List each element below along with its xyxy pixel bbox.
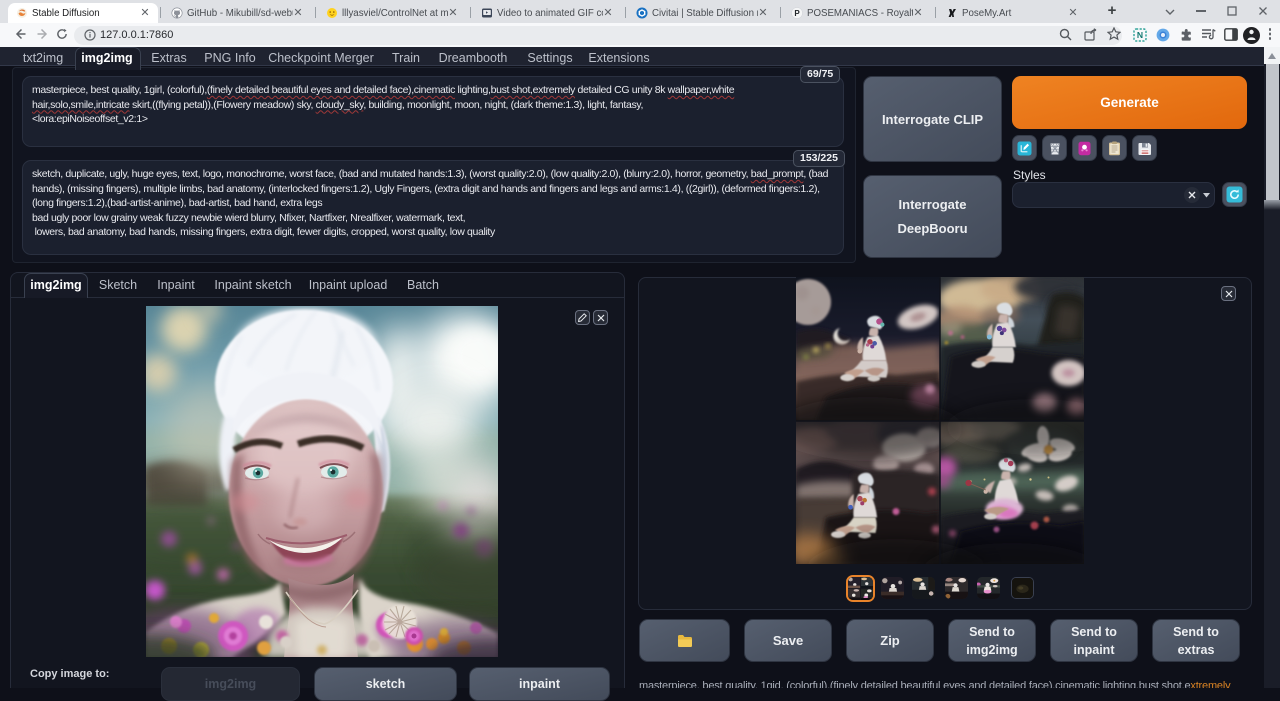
svg-text:P: P	[794, 9, 800, 18]
svg-text:N: N	[1137, 30, 1143, 40]
